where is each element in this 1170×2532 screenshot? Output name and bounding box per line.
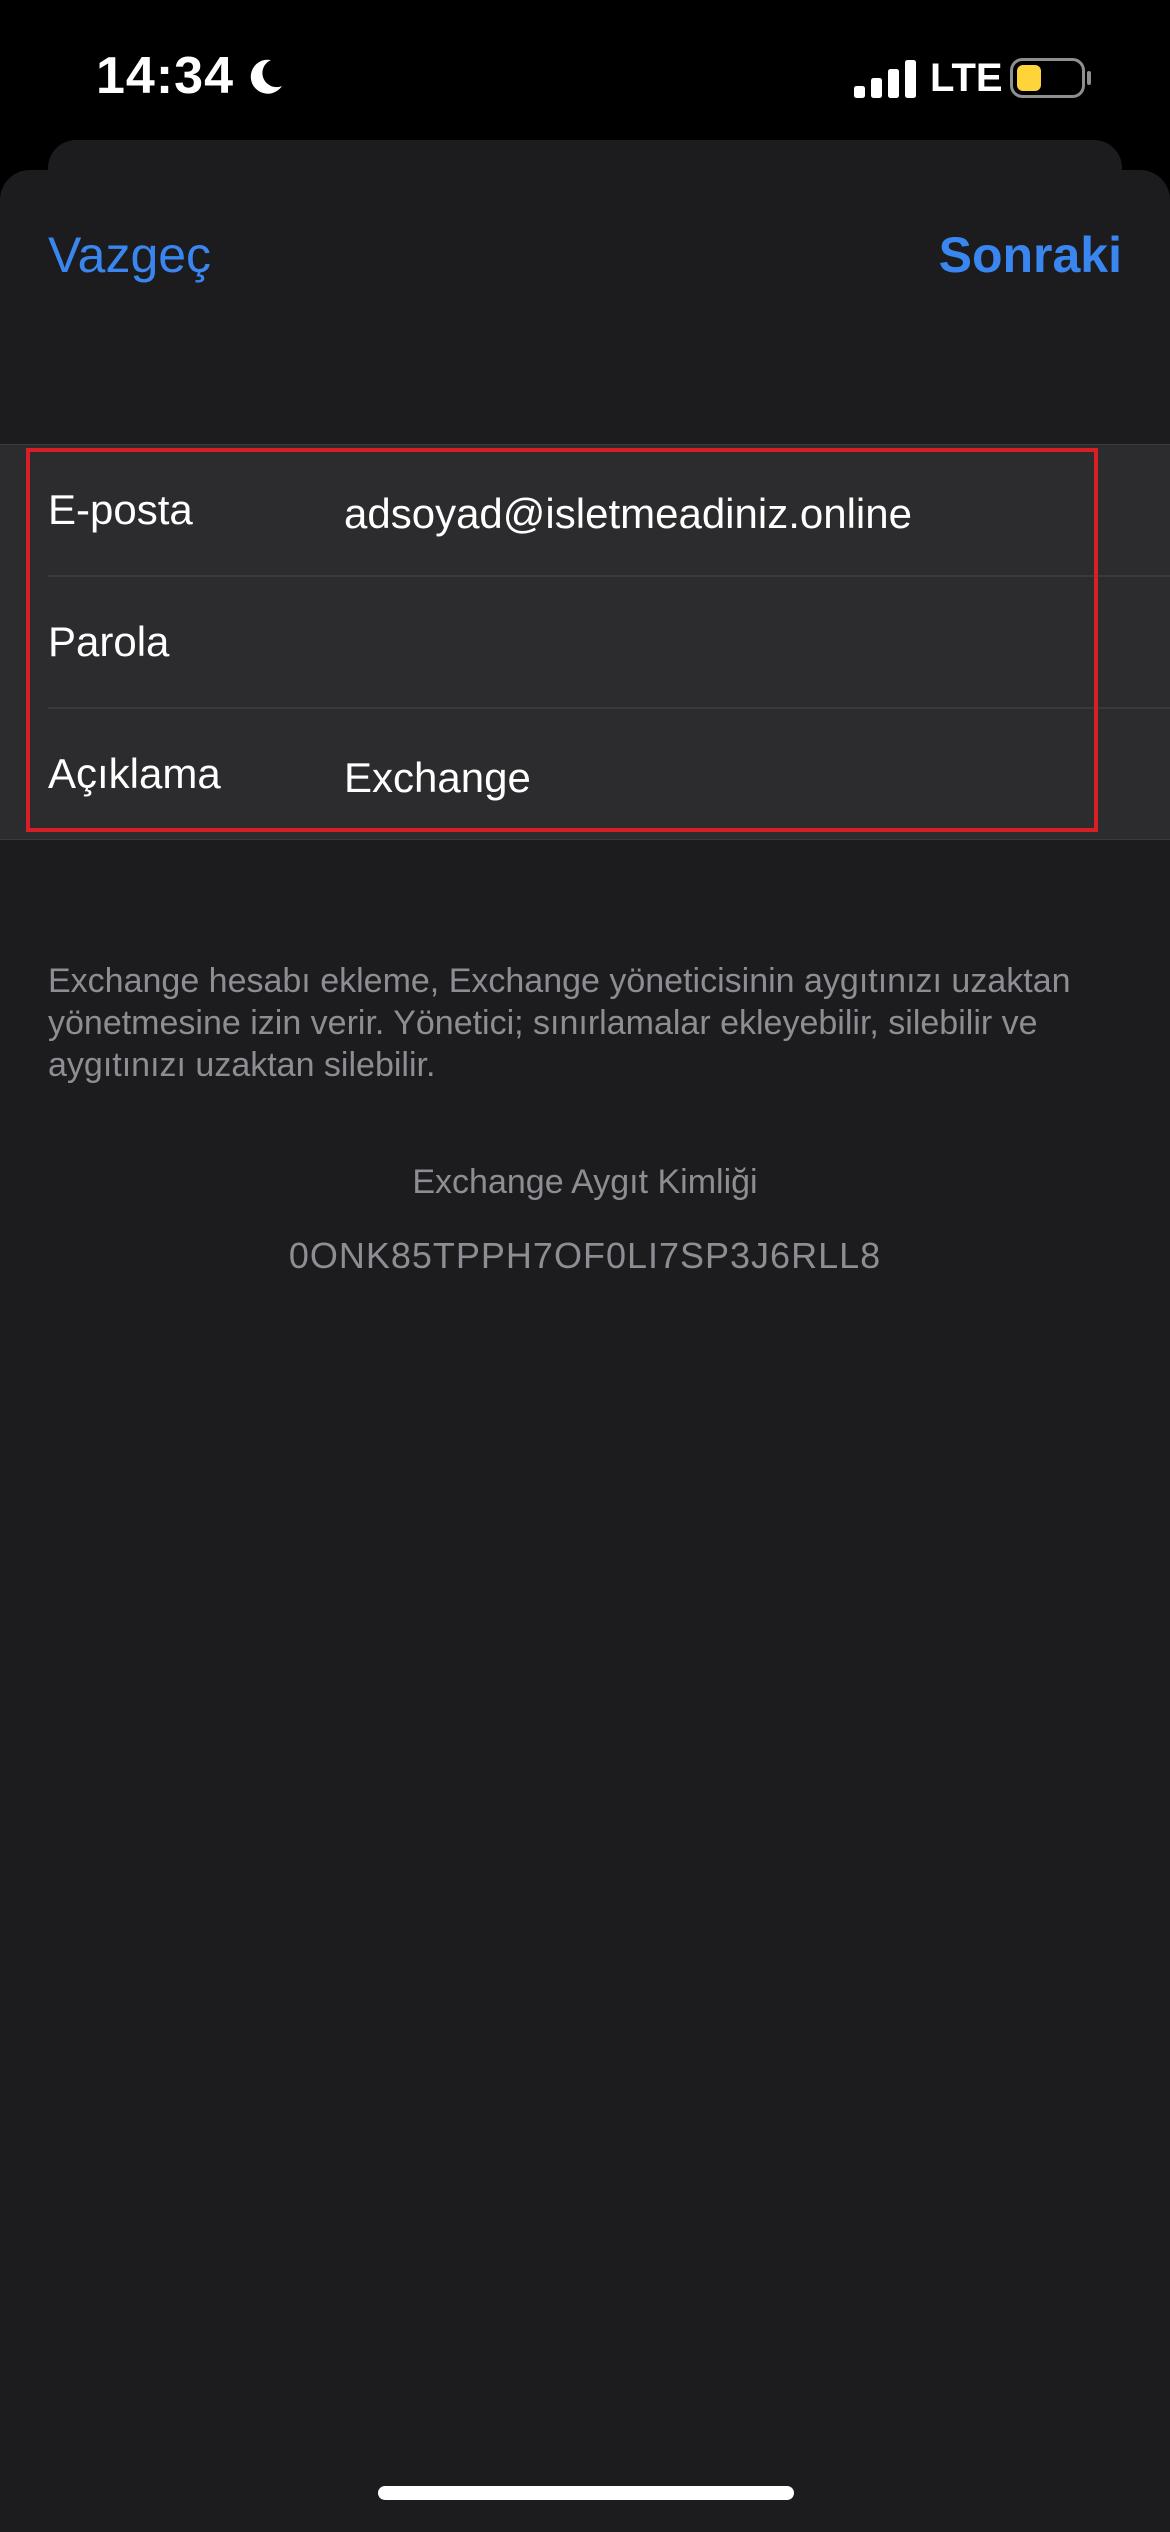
password-field[interactable] [344,577,1124,707]
account-sheet: Vazgeç Sonraki E-posta Parola Açıklama E… [0,170,1170,2532]
device-id-title: Exchange Aygıt Kimliği [412,1163,758,1201]
moon-icon [250,59,282,94]
network-label: LTE [930,56,1003,100]
cellular-signal-icon [854,60,916,98]
exchange-info-note: Exchange hesabı ekleme, Exchange yönetic… [48,962,1071,1084]
home-indicator [378,2486,794,2500]
password-label: Parola [48,618,170,665]
status-time: 14:34 [96,47,234,105]
status-bar: 14:34 LTE [0,0,1170,150]
email-label: E-posta [48,486,193,533]
account-form: E-posta Parola Açıklama [0,444,1170,843]
next-button[interactable]: Sonraki [939,220,1122,290]
battery-icon [1010,58,1091,98]
description-row[interactable]: Açıklama [0,709,1170,843]
email-field[interactable] [344,449,1124,579]
nav-bar: Vazgeç Sonraki [0,170,1170,330]
device-id-value: 0ONK85TPPH7OF0LI7SP3J6RLL8 [288,1235,882,1276]
description-label: Açıklama [48,750,221,797]
cancel-button[interactable]: Vazgeç [48,220,211,290]
description-field[interactable] [344,713,1124,843]
screen: 14:34 LTE Vazgeç Sonraki E-posta adsoyad… [0,0,1170,2532]
email-row[interactable]: E-posta [0,445,1170,579]
password-row[interactable]: Parola [0,577,1170,707]
